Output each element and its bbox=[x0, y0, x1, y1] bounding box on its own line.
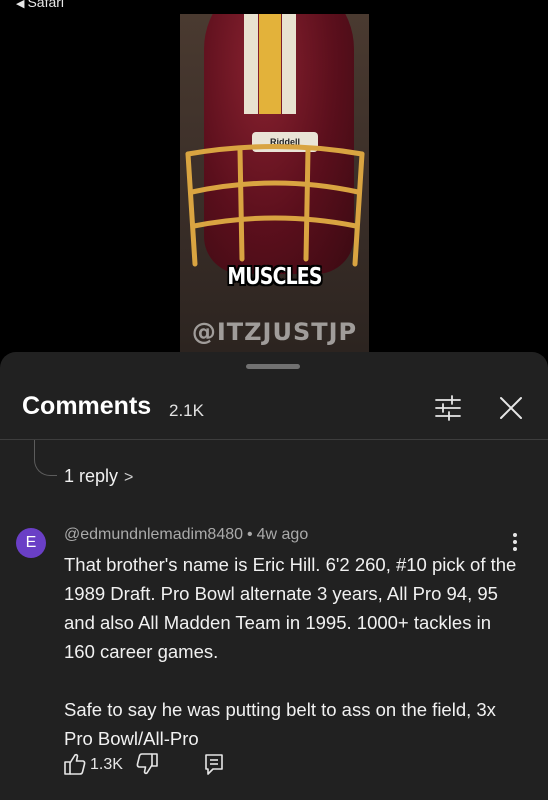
video-player[interactable]: Riddell MUSCLES @ITZJUSTJP bbox=[180, 14, 369, 352]
comment-time: 4w ago bbox=[256, 526, 309, 543]
avatar[interactable]: E bbox=[16, 528, 46, 558]
like-button[interactable]: 1.3K bbox=[64, 752, 124, 780]
thread-connector-line bbox=[34, 440, 57, 476]
comment-meta: @edmundnlemadim8480 • 4w ago bbox=[64, 526, 308, 544]
status-bar: ◀ Safari bbox=[0, 0, 548, 14]
replies-label: 1 reply bbox=[64, 466, 119, 486]
back-arrow-icon: ◀ bbox=[16, 0, 25, 10]
close-icon[interactable] bbox=[497, 394, 525, 422]
video-watermark: @ITZJUSTJP bbox=[191, 318, 358, 346]
comments-title: Comments bbox=[22, 392, 152, 420]
back-app-label: Safari bbox=[27, 0, 65, 10]
comment-text: That brother's name is Eric Hill. 6'2 26… bbox=[64, 550, 524, 753]
view-replies-button[interactable]: 1 reply > bbox=[64, 466, 133, 487]
comment-paragraph: Safe to say he was putting belt to ass o… bbox=[64, 699, 496, 749]
comment-paragraph: That brother's name is Eric Hill. 6'2 26… bbox=[64, 554, 517, 662]
dislike-button[interactable] bbox=[136, 752, 160, 780]
reply-comment-icon bbox=[205, 754, 223, 775]
comment-author[interactable]: @edmundnlemadim8480 bbox=[64, 526, 243, 543]
drag-handle[interactable] bbox=[246, 364, 300, 369]
video-caption: MUSCLES bbox=[227, 264, 322, 290]
back-to-safari-link[interactable]: ◀ Safari bbox=[16, 0, 64, 10]
comments-count: 2.1K bbox=[169, 401, 204, 420]
meta-separator: • bbox=[247, 526, 253, 543]
chevron-right-icon: > bbox=[124, 469, 134, 486]
reply-button[interactable] bbox=[204, 752, 226, 780]
like-count: 1.3K bbox=[90, 756, 123, 773]
comments-sheet: Comments 2.1K 1 reply > E @edmundnlemadim… bbox=[0, 352, 548, 800]
facemask-image bbox=[185, 144, 365, 267]
thumbs-down-icon bbox=[136, 753, 158, 775]
thumbs-up-icon bbox=[64, 753, 86, 775]
header-divider bbox=[0, 439, 548, 440]
filter-sliders-icon[interactable] bbox=[434, 394, 462, 422]
